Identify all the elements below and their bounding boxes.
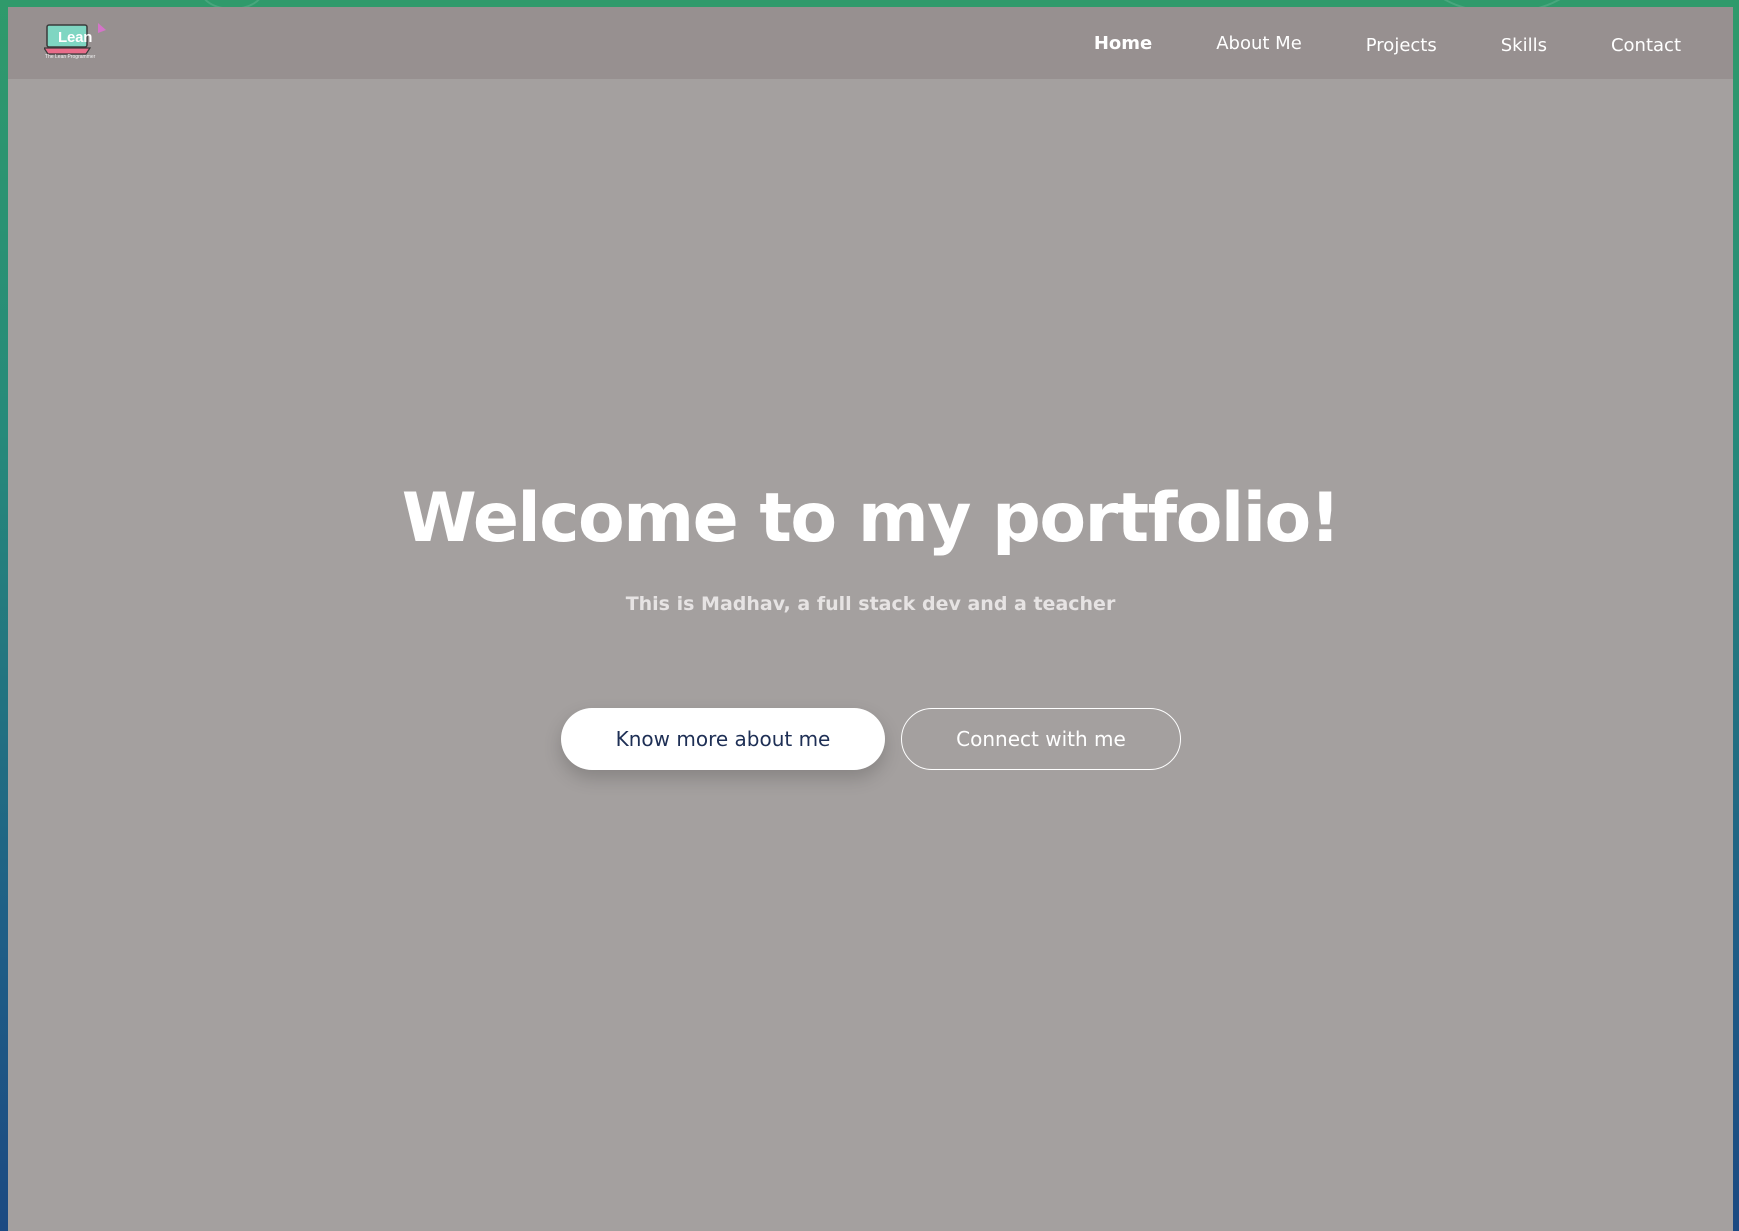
know-more-button[interactable]: Know more about me [561,708,885,770]
nav-projects[interactable]: Projects [1366,35,1437,56]
page-frame: Lean The Lean Programmer Home About Me P… [8,7,1733,1231]
site-logo[interactable]: Lean The Lean Programmer [44,21,108,69]
navbar: Lean The Lean Programmer Home About Me P… [8,7,1733,79]
nav-menu: Home About Me Projects Skills Contact [1030,7,1681,79]
connect-button[interactable]: Connect with me [901,708,1181,770]
logo-tagline: The Lean Programmer [45,54,96,60]
hero-title: Welcome to my portfolio! [401,479,1341,558]
hero-subtitle: This is Madhav, a full stack dev and a t… [625,593,1116,615]
nav-skills[interactable]: Skills [1501,35,1547,56]
nav-home[interactable]: Home [1094,33,1152,54]
nav-about-me[interactable]: About Me [1216,33,1302,54]
nav-contact[interactable]: Contact [1611,35,1681,56]
logo-text: Lean [58,29,93,46]
